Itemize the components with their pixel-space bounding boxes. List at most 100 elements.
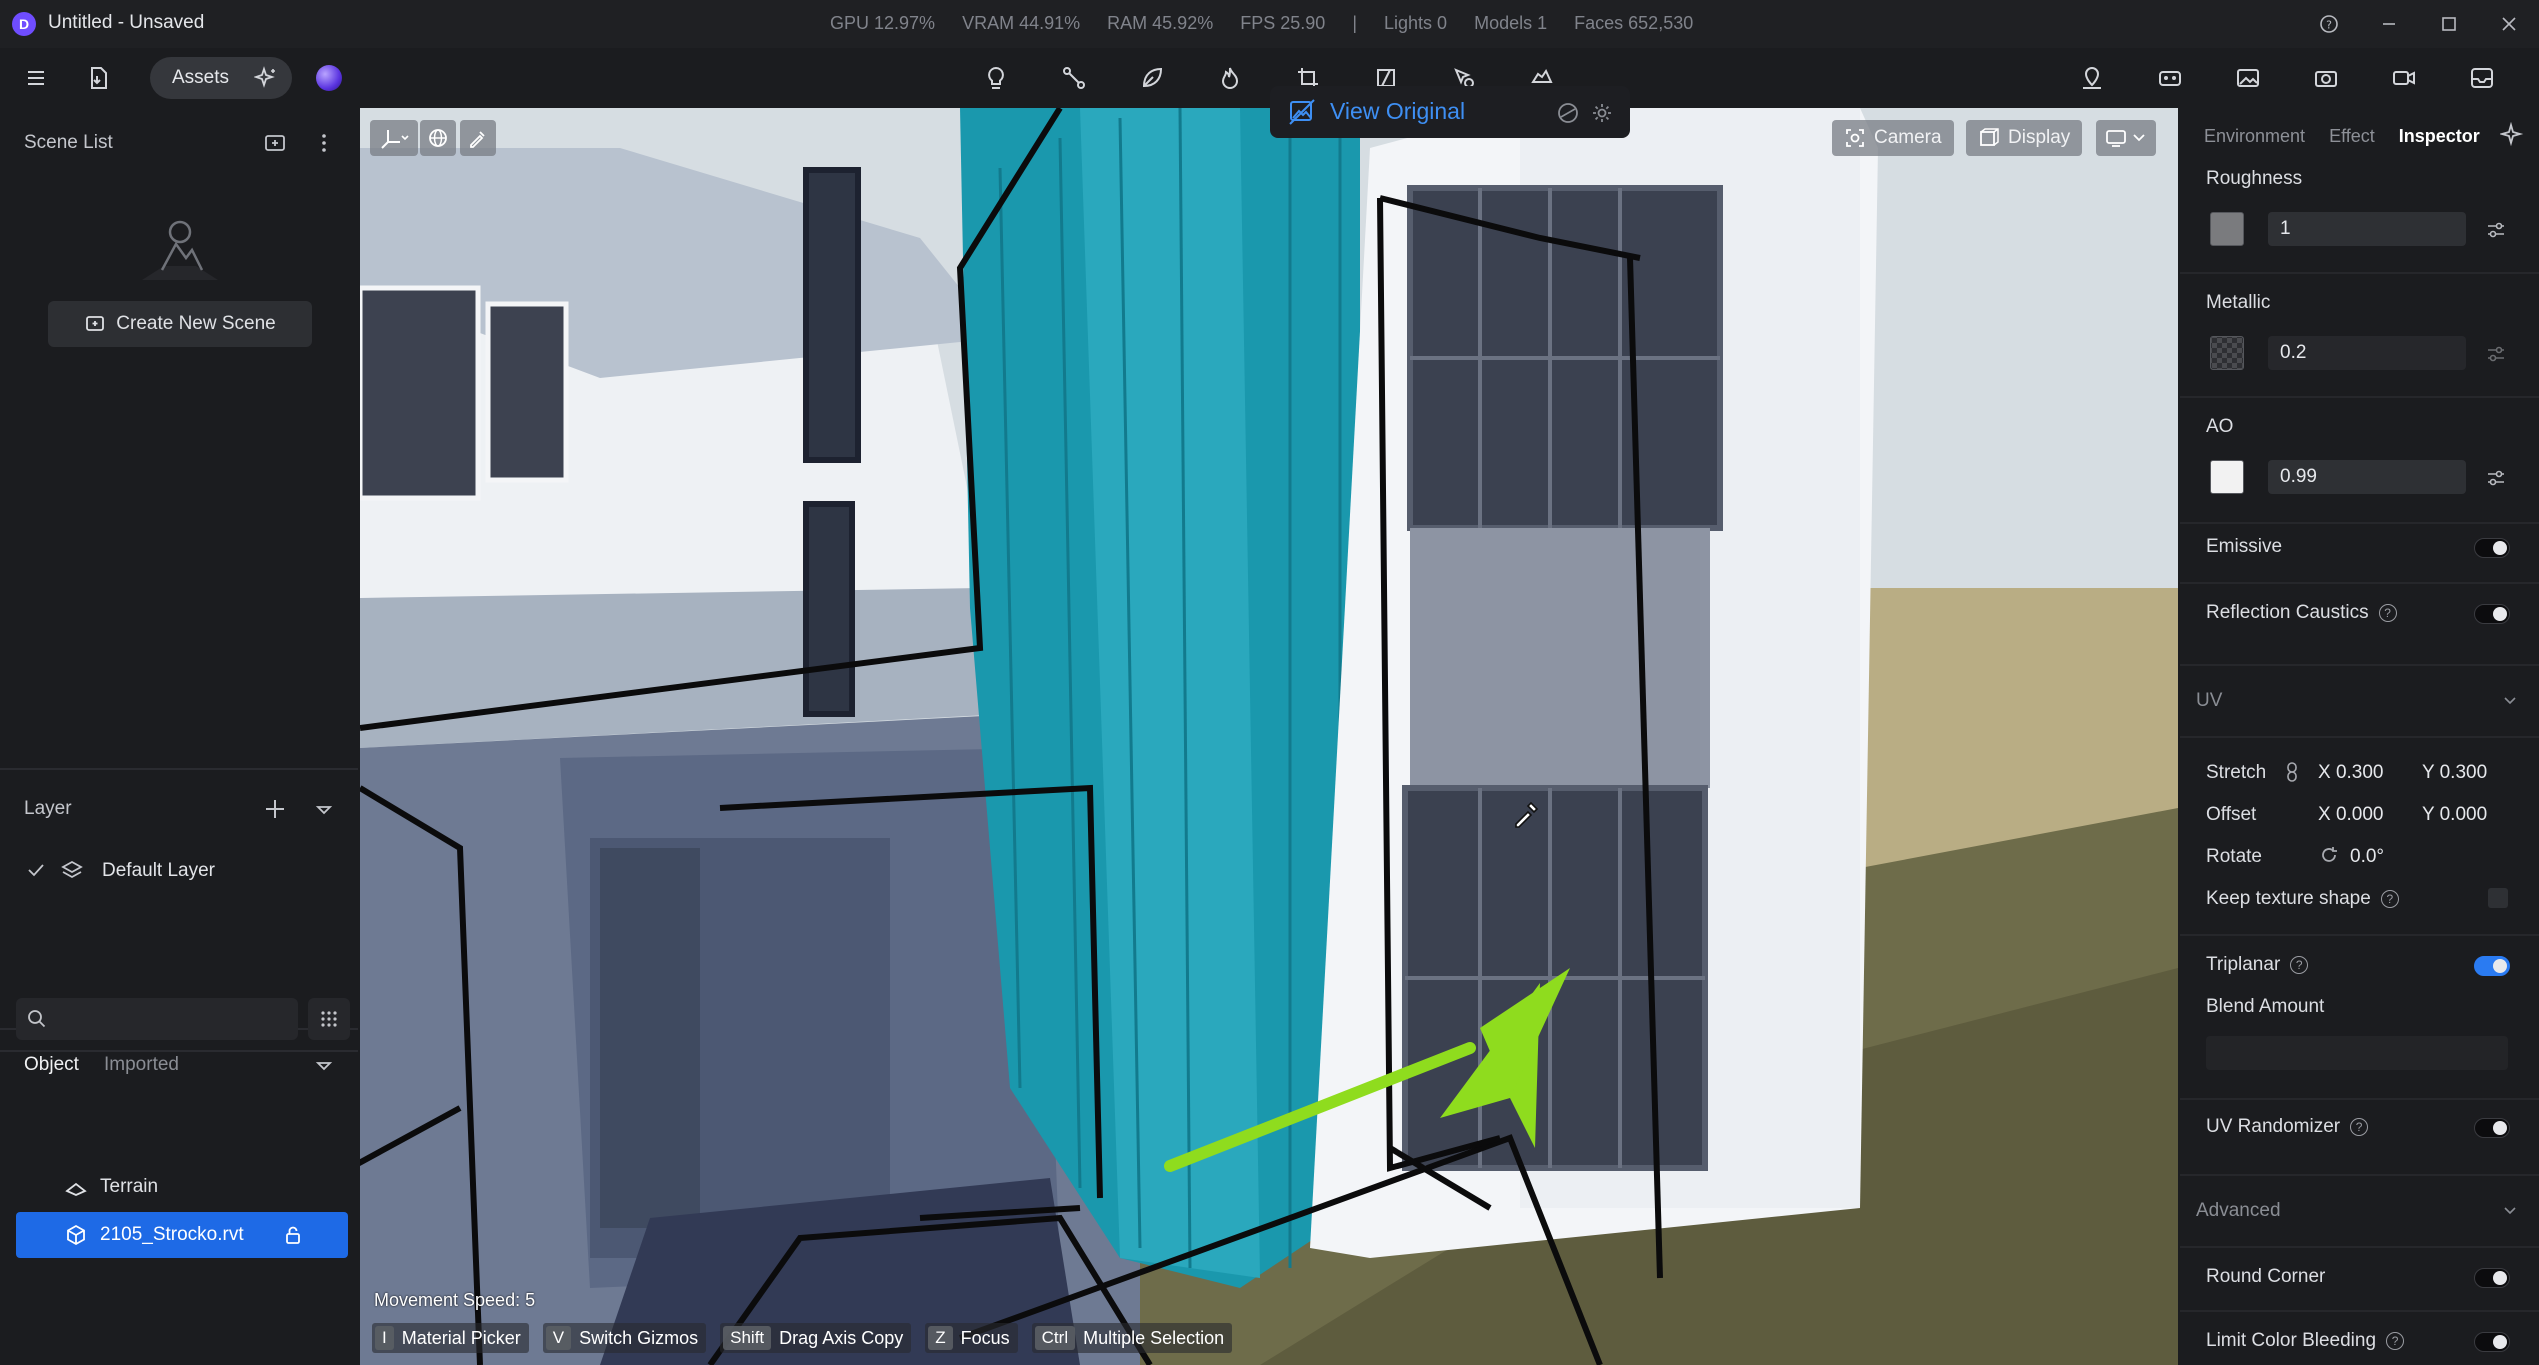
help-icon[interactable]: ? [2380,889,2399,908]
close-icon[interactable] [2494,10,2524,38]
camera-button[interactable]: Camera [1832,120,1954,156]
reflection-caustics-toggle[interactable] [2474,604,2510,624]
help-icon[interactable]: ? [2386,1331,2405,1350]
shortcut-label: Focus [960,1327,1010,1348]
help-icon[interactable]: ? [2350,1117,2369,1136]
limit-color-bleeding-label: Limit Color Bleeding? [2206,1330,2405,1352]
round-corner-toggle[interactable] [2474,1268,2510,1288]
metallic-input[interactable]: 0.2 [2268,336,2466,370]
object-filter-icon[interactable] [314,1056,334,1082]
tree-item-model[interactable]: 2105_Strocko.rvt [16,1212,348,1258]
ai-sparkle-icon[interactable] [2498,121,2526,154]
create-new-scene-button[interactable]: Create New Scene [48,301,312,347]
shortcut-hints: I Material Picker V Switch Gizmos Shift Dra… [372,1323,1233,1353]
adjust-sliders-icon[interactable] [2482,464,2510,492]
tab-environment[interactable]: Environment [2204,126,2305,147]
divider [2180,1174,2539,1176]
eyedropper-icon [470,131,485,148]
tab-imported[interactable]: Imported [104,1054,179,1076]
shortcut-label: Switch Gizmos [579,1327,699,1348]
adjust-sliders-icon[interactable] [2482,340,2510,368]
chevron-down-icon[interactable] [2502,692,2518,713]
search-icon [28,1010,46,1028]
advanced-section-title[interactable]: Advanced [2196,1200,2281,1222]
layer-visible-check-icon[interactable] [26,860,46,886]
fire-icon[interactable] [1208,56,1252,100]
file-import-icon[interactable] [76,56,120,100]
camera-icon[interactable] [2304,56,2348,100]
terrain-icon [65,1182,87,1196]
globe-button[interactable] [420,120,456,156]
shortcut-key: I [375,1326,394,1350]
video-camera-icon[interactable] [2382,56,2426,100]
display-cube-icon [1980,128,1999,146]
keep-texture-label: Keep texture shape? [2206,888,2399,910]
keep-texture-checkbox[interactable] [2488,888,2508,908]
adjust-sliders-icon[interactable] [2482,216,2510,244]
triplanar-toggle[interactable] [2474,956,2510,976]
tree-item-label: Terrain [100,1176,159,1197]
export-tray-icon[interactable] [2460,56,2504,100]
rotate-input[interactable]: 0.0° [2350,846,2384,868]
leaf-icon[interactable] [1130,56,1174,100]
transform-gizmo-button[interactable] [370,120,418,156]
vr-headset-icon[interactable] [2148,56,2192,100]
grid-view-button[interactable] [308,998,350,1040]
image-render-icon[interactable] [2226,56,2270,100]
location-pin-icon[interactable] [2070,56,2114,100]
lock-icon[interactable] [282,1224,304,1246]
tree-item-terrain[interactable]: Terrain [16,1164,348,1210]
lightbulb-icon[interactable] [974,56,1018,100]
emissive-toggle[interactable] [2474,538,2510,558]
display-button[interactable]: Display [1966,120,2083,156]
layer-title: Layer [24,798,72,819]
view-original-bar[interactable]: View Original [1270,86,1630,138]
add-scene-icon[interactable] [262,130,288,162]
3d-viewport[interactable]: Camera Display Movement Speed: 5 I Materi… [360,108,2178,1365]
help-icon[interactable]: ? [2290,955,2309,974]
metallic-map-swatch[interactable] [2210,336,2244,370]
view-mode-dropdown[interactable] [2096,120,2156,156]
hamburger-menu-icon[interactable] [14,56,58,100]
roughness-map-swatch[interactable] [2210,212,2244,246]
help-icon[interactable]: ? [2314,10,2344,38]
more-options-icon[interactable] [314,130,334,162]
palette-icon[interactable] [1556,101,1580,125]
uv-section-title[interactable]: UV [2196,690,2222,712]
path-nodes-icon[interactable] [1052,56,1096,100]
ao-input[interactable]: 0.99 [2268,460,2466,494]
ao-map-swatch[interactable] [2210,460,2244,494]
sparkle-icon[interactable] [253,66,278,96]
offset-x-input[interactable]: X 0.000 [2318,804,2384,826]
tab-inspector[interactable]: Inspector [2399,126,2480,147]
grid-dots-icon [321,1011,337,1027]
object-search-input[interactable] [16,998,298,1040]
limit-color-bleeding-toggle[interactable] [2474,1332,2510,1352]
eyedropper-button[interactable] [460,120,496,156]
ai-orb-icon[interactable] [316,65,342,91]
stat-lights: Lights 0 [1384,13,1448,33]
divider [2180,582,2539,584]
uv-randomizer-toggle[interactable] [2474,1118,2510,1138]
eyedropper-cursor-icon [1512,798,1542,834]
stretch-x-input[interactable]: X 0.300 [2318,762,2384,784]
default-layer-label[interactable]: Default Layer [102,860,215,882]
maximize-icon[interactable] [2434,10,2464,38]
blend-amount-slider[interactable] [2206,1036,2508,1070]
chevron-down-icon[interactable] [2502,1202,2518,1223]
stretch-y-input[interactable]: Y 0.300 [2422,762,2487,784]
layer-collapse-icon[interactable] [314,800,334,826]
tab-object[interactable]: Object [24,1054,79,1076]
roughness-input[interactable]: 1 [2268,212,2466,246]
link-chain-icon[interactable] [2284,760,2300,790]
add-layer-icon[interactable] [262,796,288,828]
help-icon[interactable]: ? [2378,603,2397,622]
minimize-icon[interactable] [2374,10,2404,38]
offset-y-input[interactable]: Y 0.000 [2422,804,2487,826]
settings-gear-icon[interactable] [1590,101,1614,125]
axis-gizmo-icon [381,130,409,149]
divider [2180,396,2539,398]
tab-effect[interactable]: Effect [2329,126,2375,147]
assets-button[interactable]: Assets [150,57,292,99]
round-corner-label: Round Corner [2206,1266,2326,1287]
